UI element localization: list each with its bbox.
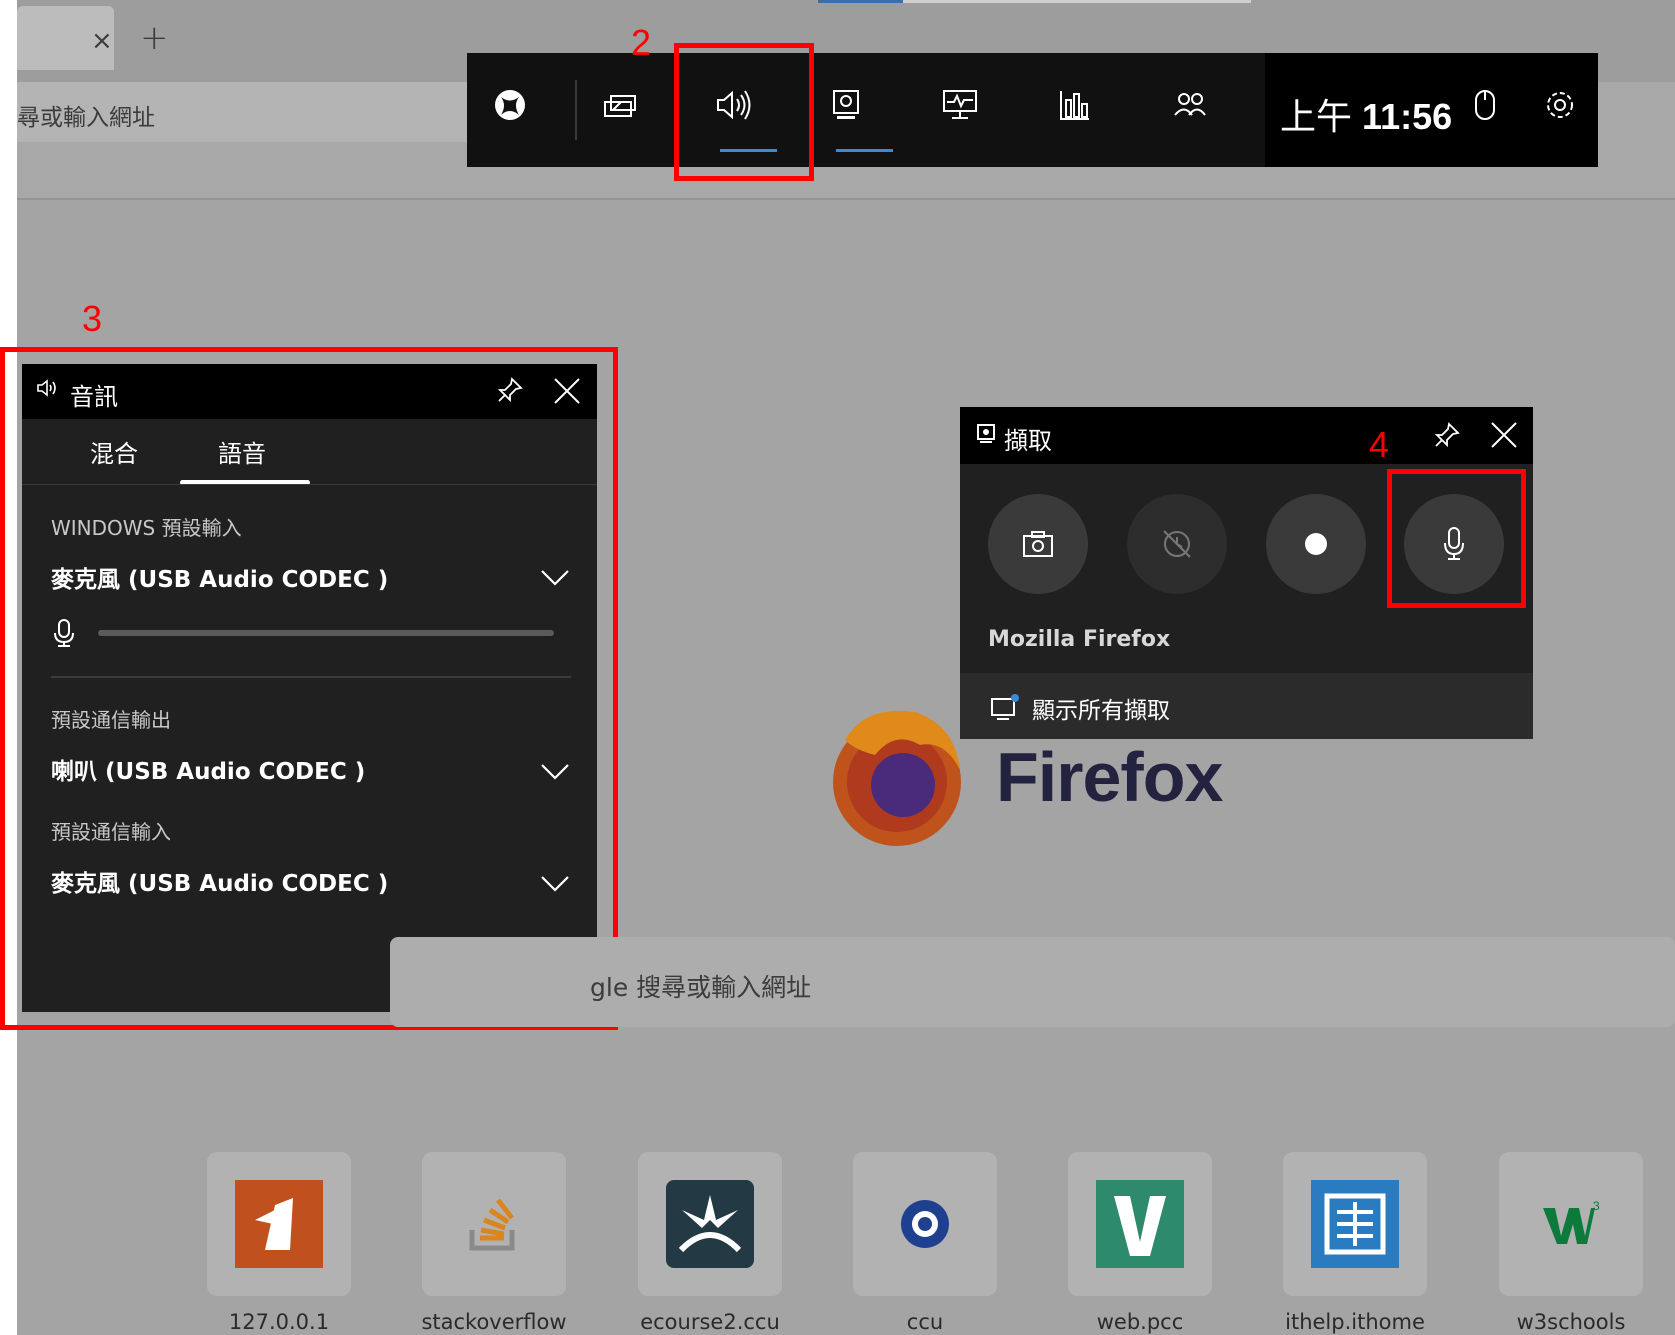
capture-panel-title: 擷取 (1004, 427, 1052, 455)
browser-tab[interactable]: × (17, 6, 114, 70)
top-site-label: ecourse2.ccu (640, 1310, 780, 1334)
start-recording-button[interactable] (1266, 494, 1366, 594)
newtab-search-box[interactable] (390, 937, 1675, 1027)
screenshot-button[interactable] (988, 494, 1088, 594)
top-site-label: 127.0.0.1 (228, 1310, 330, 1334)
svg-text:3: 3 (1593, 1199, 1600, 1213)
top-site-tile[interactable] (853, 1152, 997, 1296)
top-site-tile[interactable] (422, 1152, 566, 1296)
game-bar-divider (575, 80, 577, 140)
search-placeholder: gle 搜尋或輸入網址 (590, 973, 812, 1002)
firefox-wordmark: Firefox (996, 738, 1223, 816)
resources-chart-icon[interactable] (1045, 88, 1105, 133)
top-site-label: ithelp.ithome (1285, 1310, 1425, 1334)
camera-icon (1022, 530, 1054, 562)
annotation-box-4 (1387, 469, 1526, 608)
top-site-label: web.pcc (1096, 1310, 1184, 1334)
ithelp-icon (1311, 1180, 1399, 1268)
firefox-logo (825, 700, 970, 850)
show-all-captures-label: 顯示所有擷取 (1032, 698, 1170, 724)
show-all-captures-link[interactable]: 顯示所有擷取 (960, 673, 1533, 739)
performance-monitor-icon[interactable] (930, 88, 990, 133)
capture-target-app: Mozilla Firefox (988, 627, 1171, 652)
top-site-label: stackoverflow (421, 1310, 567, 1334)
top-site-tile[interactable] (638, 1152, 782, 1296)
new-tab-button[interactable]: + (140, 18, 169, 58)
annotation-number-2: 2 (631, 22, 652, 63)
top-site-label: w3schools (1516, 1310, 1626, 1334)
site-127-icon (235, 1180, 323, 1268)
game-bar-clock: 上午 11:56 (1280, 96, 1453, 137)
xbox-social-icon[interactable] (1160, 88, 1220, 133)
settings-gear-icon[interactable] (1530, 88, 1590, 133)
capture-small-icon (976, 423, 996, 451)
ccu-icon (901, 1200, 949, 1248)
record-history-icon (1160, 527, 1194, 565)
close-icon[interactable] (1490, 421, 1518, 455)
top-accent-line (818, 0, 903, 3)
web-pcc-icon (1096, 1180, 1184, 1268)
ecourse-icon (666, 1180, 754, 1268)
w3schools-icon: 3 (1543, 1199, 1600, 1244)
tab-close-icon[interactable]: × (91, 26, 113, 56)
annotation-box-2 (674, 43, 814, 181)
record-last-30s-button[interactable] (1127, 494, 1227, 594)
top-accent-line-2 (903, 0, 1251, 3)
record-dot-icon (1304, 532, 1328, 560)
top-site-tile[interactable] (207, 1152, 351, 1296)
address-bar-placeholder: 尋或輸入網址 (17, 105, 155, 131)
top-site-label: ccu (906, 1310, 944, 1334)
annotation-number-4: 4 (1369, 424, 1390, 465)
gallery-icon (990, 693, 1020, 725)
top-site-tile[interactable] (1283, 1152, 1427, 1296)
annotation-number-3: 3 (82, 298, 103, 339)
pin-icon[interactable] (1433, 421, 1461, 455)
mouse-lock-icon[interactable] (1455, 88, 1515, 133)
annotation-box-3 (0, 347, 618, 1030)
stackoverflow-icon (469, 1198, 515, 1251)
top-site-tile[interactable]: 3 (1499, 1152, 1643, 1296)
capture-panel-header: 擷取 (960, 407, 1533, 464)
xbox-icon[interactable] (480, 88, 540, 133)
capture-webcam-icon[interactable] (816, 88, 876, 133)
top-site-tile[interactable] (1068, 1152, 1212, 1296)
widget-menu-icon[interactable] (590, 88, 650, 133)
capture-active-indicator (836, 149, 893, 152)
